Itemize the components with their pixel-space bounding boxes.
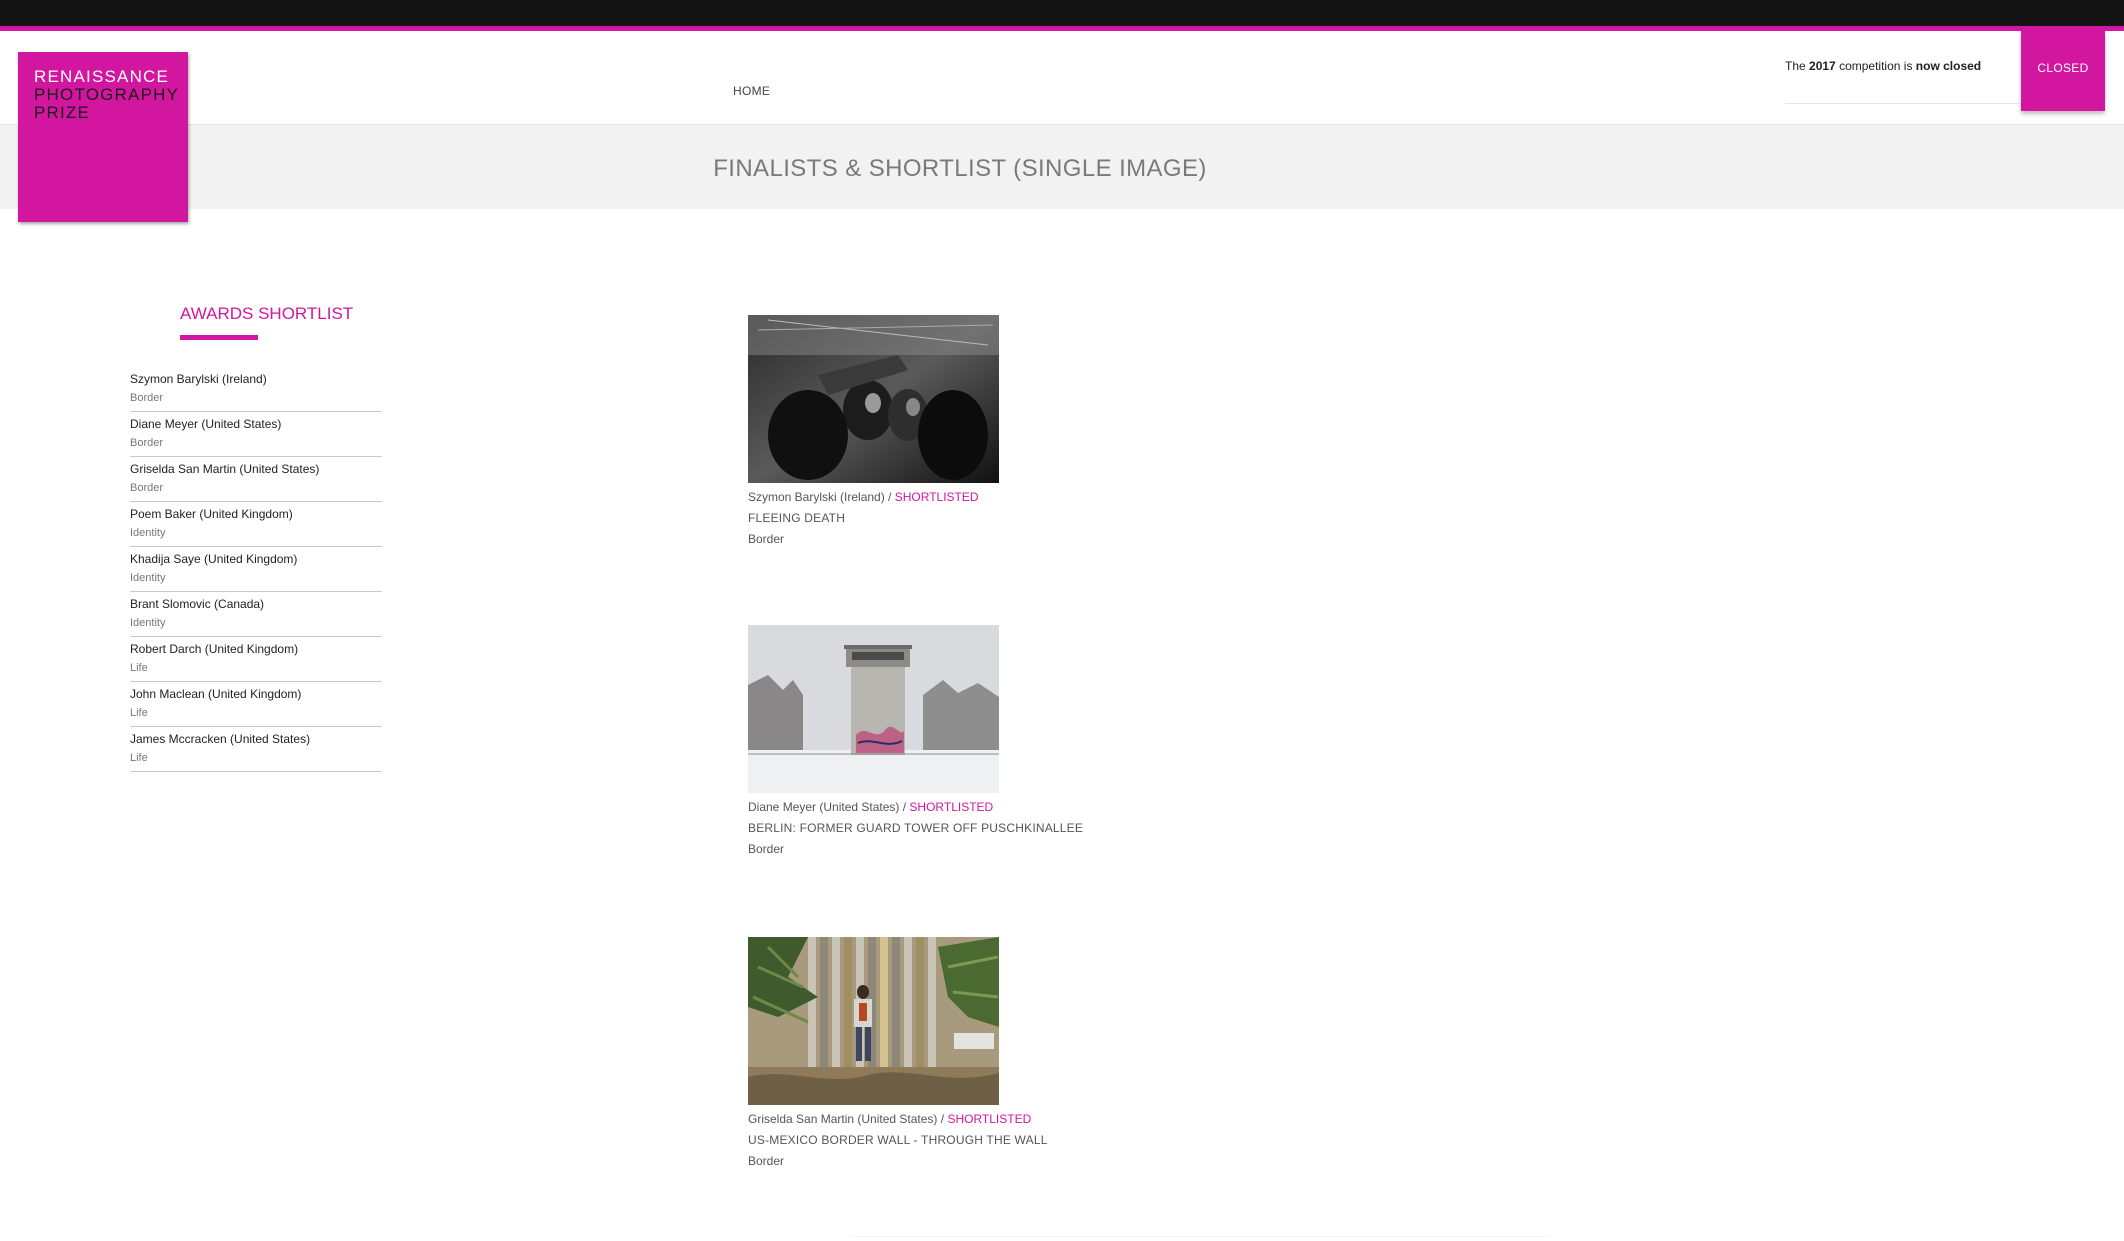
logo-line-photography: PHOTOGRAPHY — [34, 85, 180, 104]
entry-credit: Diane Meyer (United States) / SHORTLISTE… — [748, 800, 993, 814]
site-header — [0, 31, 2124, 125]
shortlist-item-category: Identity — [130, 527, 166, 539]
shortlist-item[interactable]: James Mccracken (United States) Life — [130, 728, 382, 772]
entry-photographer: Diane Meyer (United States) — [748, 800, 900, 814]
entry-photo-border-wall[interactable] — [748, 937, 999, 1105]
shortlist-item[interactable]: Robert Darch (United Kingdom) Life — [130, 638, 382, 682]
entry-category: Border — [748, 842, 785, 856]
entry-credit: Szymon Barylski (Ireland) / SHORTLISTED — [748, 490, 979, 504]
shortlist-item-category: Life — [130, 752, 148, 764]
competition-status-prefix: The — [1785, 59, 1806, 73]
entry-separator: / — [937, 1112, 948, 1126]
entry-photographer: Griselda San Martin (United States) — [748, 1112, 938, 1126]
closed-badge[interactable]: CLOSED — [2021, 31, 2105, 111]
shortlist-item[interactable]: Szymon Barylski (Ireland) Border — [130, 368, 382, 412]
sidebar-heading: AWARDS SHORTLIST — [180, 304, 354, 323]
shortlist-item-name: Brant Slomovic (Canada) — [130, 597, 265, 611]
competition-year: 2017 — [1809, 59, 1836, 73]
shortlist-item-category: Life — [130, 662, 148, 674]
shortlist-item-category: Life — [130, 707, 148, 719]
page-title: FINALISTS & SHORTLIST (SINGLE IMAGE) — [0, 155, 1920, 183]
shortlist-item-name: Diane Meyer (United States) — [130, 417, 282, 431]
logo-line-prize: PRIZE — [34, 103, 91, 122]
nav-home-link[interactable]: HOME — [733, 84, 770, 98]
entry-title: BERLIN: FORMER GUARD TOWER OFF PUSCHKINA… — [748, 821, 1084, 835]
footer-divider — [850, 1236, 1550, 1237]
shortlist-item[interactable]: Brant Slomovic (Canada) Identity — [130, 593, 382, 637]
sidebar-heading-underline — [180, 335, 258, 340]
shortlist-item-category: Border — [130, 482, 164, 494]
top-bar — [0, 0, 2124, 26]
shortlist-item-name: John Maclean (United Kingdom) — [130, 687, 302, 701]
entry-separator: / — [884, 490, 895, 504]
competition-status-middle: competition is — [1839, 59, 1913, 73]
shortlist-item-name: Khadija Saye (United Kingdom) — [130, 552, 298, 566]
shortlist-item-category: Identity — [130, 572, 166, 584]
shortlist-item-name: Poem Baker (United Kingdom) — [130, 507, 293, 521]
shortlist-item-name: Griselda San Martin (United States) — [130, 462, 320, 476]
entry-status-shortlisted: SHORTLISTED — [894, 490, 979, 504]
entry-photographer: Szymon Barylski (Ireland) — [748, 490, 885, 504]
entry-photo-fleeing-death[interactable] — [748, 315, 999, 483]
shortlist-item-name: Robert Darch (United Kingdom) — [130, 642, 299, 656]
shortlist-item-name: James Mccracken (United States) — [130, 732, 311, 746]
shortlist-item[interactable]: Diane Meyer (United States) Border — [130, 413, 382, 457]
shortlist-item-name: Szymon Barylski (Ireland) — [130, 372, 267, 386]
competition-status-value: now closed — [1915, 59, 1982, 73]
logo-line-renaissance: RENAISSANCE — [34, 67, 170, 86]
competition-status-divider — [1785, 103, 2025, 104]
entry-category: Border — [748, 1154, 785, 1168]
entry-title: FLEEING DEATH — [748, 511, 846, 525]
entry-category: Border — [748, 532, 785, 546]
entry-separator: / — [899, 800, 910, 814]
shortlist-item-category: Border — [130, 437, 164, 449]
page-title-text: FINALISTS & SHORTLIST (SINGLE IMAGE) — [713, 155, 1207, 182]
competition-status-text: The 2017 competition is now closed — [1785, 59, 1981, 73]
shortlist-item[interactable]: Griselda San Martin (United States) Bord… — [130, 458, 382, 502]
shortlist-list: Szymon Barylski (Ireland) Border Diane M… — [130, 368, 382, 773]
shortlist-item[interactable]: Poem Baker (United Kingdom) Identity — [130, 503, 382, 547]
site-logo[interactable]: RENAISSANCE PHOTOGRAPHY PRIZE — [18, 52, 188, 222]
shortlist-item[interactable]: Khadija Saye (United Kingdom) Identity — [130, 548, 382, 592]
entry-credit: Griselda San Martin (United States) / SH… — [748, 1112, 1031, 1126]
entry-photo-berlin-guard-tower[interactable] — [748, 625, 999, 793]
shortlist-item[interactable]: John Maclean (United Kingdom) Life — [130, 683, 382, 727]
entry-status-shortlisted: SHORTLISTED — [947, 1112, 1032, 1126]
shortlist-item-category: Border — [130, 392, 164, 404]
entry-title: US-MEXICO BORDER WALL - THROUGH THE WALL — [748, 1133, 1048, 1147]
shortlist-item-category: Identity — [130, 617, 166, 629]
entry-status-shortlisted: SHORTLISTED — [909, 800, 994, 814]
